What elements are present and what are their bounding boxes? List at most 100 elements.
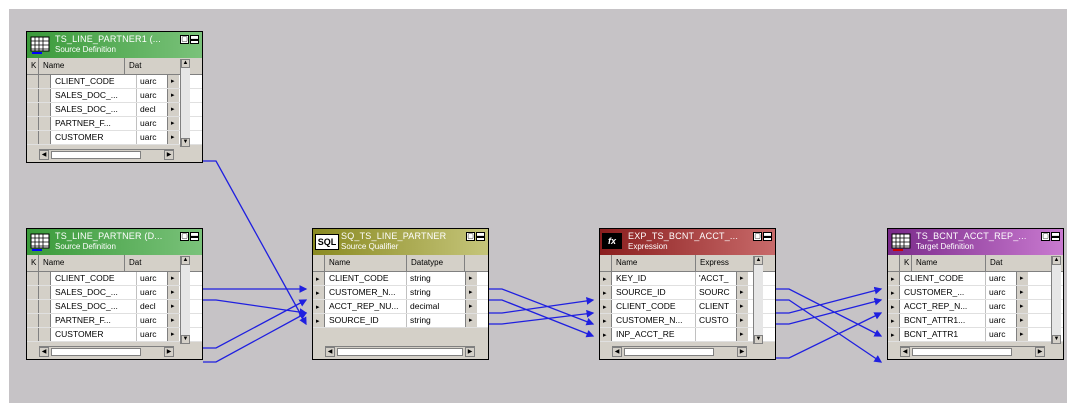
port-out-handle[interactable]: ▸	[167, 103, 179, 116]
port-in-handle[interactable]: ▸	[600, 328, 612, 341]
vertical-scrollbar[interactable]: ▲ ▼	[753, 256, 763, 344]
port-row[interactable]: ▸ CUSTOMER_N... string ▸	[313, 286, 488, 300]
port-row[interactable]: SALES_DOC_... decl ▸	[27, 103, 202, 117]
scroll-right-icon[interactable]: ▶	[164, 347, 174, 357]
scroll-down-icon[interactable]: ▼	[1052, 335, 1061, 344]
scroll-left-icon[interactable]: ◀	[39, 150, 49, 160]
scroll-down-icon[interactable]: ▼	[754, 335, 763, 344]
node-header[interactable]: TS_LINE_PARTNER (D... Source Definition …	[27, 229, 202, 256]
port-out-handle[interactable]: ▸	[736, 272, 748, 285]
port-in-handle[interactable]	[27, 300, 39, 313]
restore-icon[interactable]: ▢	[180, 35, 189, 44]
scroll-thumb[interactable]	[337, 348, 463, 356]
port-in-handle[interactable]: ▸	[600, 272, 612, 285]
port-out-handle[interactable]: ▸	[167, 75, 179, 88]
scroll-up-icon[interactable]: ▲	[181, 59, 190, 68]
scroll-left-icon[interactable]: ◀	[39, 347, 49, 357]
port-row[interactable]: ▸ CLIENT_CODE uarc ▸	[888, 272, 1063, 286]
scroll-down-icon[interactable]: ▼	[181, 138, 190, 147]
port-row[interactable]: PARTNER_F... uarc ▸	[27, 117, 202, 131]
scroll-left-icon[interactable]: ◀	[325, 347, 335, 357]
horizontal-scrollbar[interactable]: ◀ ▶	[39, 346, 174, 357]
minimize-icon[interactable]: ▬	[763, 232, 772, 241]
scroll-left-icon[interactable]: ◀	[900, 347, 910, 357]
port-out-handle[interactable]: ▸	[1016, 286, 1028, 299]
port-out-handle[interactable]: ▸	[167, 286, 179, 299]
vertical-scrollbar[interactable]: ▲ ▼	[1051, 256, 1061, 344]
port-row[interactable]: ▸ CLIENT_CODE string ▸	[313, 272, 488, 286]
minimize-icon[interactable]: ▬	[476, 232, 485, 241]
restore-icon[interactable]: ▢	[180, 232, 189, 241]
port-row[interactable]: CUSTOMER uarc ▸	[27, 131, 202, 145]
port-row[interactable]: ▸ CUSTOMER_N... CUSTO ▸	[600, 314, 775, 328]
minimize-icon[interactable]: ▬	[1051, 232, 1060, 241]
minimize-icon[interactable]: ▬	[190, 35, 199, 44]
port-row[interactable]: CLIENT_CODE uarc ▸	[27, 75, 202, 89]
scroll-left-icon[interactable]: ◀	[612, 347, 622, 357]
port-out-handle[interactable]: ▸	[465, 272, 477, 285]
port-out-handle[interactable]: ▸	[1016, 272, 1028, 285]
port-in-handle[interactable]: ▸	[313, 286, 325, 299]
transformation-expression[interactable]: fx EXP_TS_BCNT_ACCT_... Expression ▢ ▬ Na…	[599, 228, 776, 360]
scroll-thumb[interactable]	[912, 348, 1012, 356]
port-out-handle[interactable]: ▸	[465, 300, 477, 313]
port-in-handle[interactable]	[27, 103, 39, 116]
scroll-thumb[interactable]	[624, 348, 714, 356]
scroll-right-icon[interactable]: ▶	[465, 347, 475, 357]
port-out-handle[interactable]: ▸	[736, 328, 748, 341]
port-row[interactable]: ▸ CLIENT_CODE CLIENT ▸	[600, 300, 775, 314]
port-row[interactable]: SALES_DOC_... decl ▸	[27, 300, 202, 314]
port-row[interactable]: ▸ CUSTOMER_... uarc ▸	[888, 286, 1063, 300]
transformation-source-qualifier[interactable]: SQL SQ_TS_LINE_PARTNER Source Qualifier …	[312, 228, 489, 360]
restore-icon[interactable]: ▢	[466, 232, 475, 241]
port-out-handle[interactable]: ▸	[736, 286, 748, 299]
scroll-right-icon[interactable]: ▶	[164, 150, 174, 160]
port-in-handle[interactable]	[27, 75, 39, 88]
port-out-handle[interactable]: ▸	[465, 314, 477, 327]
horizontal-scrollbar[interactable]: ◀ ▶	[325, 346, 475, 357]
port-row[interactable]: ▸ KEY_ID 'ACCT_ ▸	[600, 272, 775, 286]
scroll-up-icon[interactable]: ▲	[181, 256, 190, 265]
transformation-src-ts-line-partner[interactable]: TS_LINE_PARTNER (D... Source Definition …	[26, 228, 203, 360]
transformation-target-definition[interactable]: TS_BCNT_ACCT_REP_... Target Definition ▢…	[887, 228, 1064, 360]
port-row[interactable]: ▸ SOURCE_ID SOURC ▸	[600, 286, 775, 300]
port-in-handle[interactable]	[27, 89, 39, 102]
port-out-handle[interactable]: ▸	[167, 272, 179, 285]
port-in-handle[interactable]	[27, 117, 39, 130]
port-out-handle[interactable]: ▸	[167, 117, 179, 130]
node-header[interactable]: SQL SQ_TS_LINE_PARTNER Source Qualifier …	[313, 229, 488, 256]
port-out-handle[interactable]: ▸	[167, 131, 179, 144]
node-header[interactable]: TS_BCNT_ACCT_REP_... Target Definition ▢…	[888, 229, 1063, 256]
scroll-right-icon[interactable]: ▶	[1035, 347, 1045, 357]
port-in-handle[interactable]: ▸	[888, 272, 900, 285]
restore-icon[interactable]: ▢	[1041, 232, 1050, 241]
port-in-handle[interactable]	[27, 286, 39, 299]
port-in-handle[interactable]	[27, 272, 39, 285]
horizontal-scrollbar[interactable]: ◀ ▶	[900, 346, 1045, 357]
port-in-handle[interactable]	[27, 328, 39, 341]
port-out-handle[interactable]: ▸	[167, 89, 179, 102]
port-in-handle[interactable]: ▸	[888, 328, 900, 341]
port-row[interactable]: ▸ BCNT_ATTR1... uarc ▸	[888, 314, 1063, 328]
scroll-up-icon[interactable]: ▲	[754, 256, 763, 265]
scroll-thumb[interactable]	[51, 348, 141, 356]
port-row[interactable]: SALES_DOC_... uarc ▸	[27, 286, 202, 300]
minimize-icon[interactable]: ▬	[190, 232, 199, 241]
port-out-handle[interactable]: ▸	[736, 300, 748, 313]
scroll-thumb[interactable]	[51, 151, 141, 159]
port-out-handle[interactable]: ▸	[1016, 328, 1028, 341]
port-in-handle[interactable]: ▸	[888, 314, 900, 327]
vertical-scrollbar[interactable]: ▲ ▼	[180, 256, 190, 344]
port-in-handle[interactable]: ▸	[600, 300, 612, 313]
port-row[interactable]: CLIENT_CODE uarc ▸	[27, 272, 202, 286]
node-header[interactable]: fx EXP_TS_BCNT_ACCT_... Expression ▢ ▬	[600, 229, 775, 256]
port-in-handle[interactable]: ▸	[313, 300, 325, 313]
restore-icon[interactable]: ▢	[753, 232, 762, 241]
port-row[interactable]: ▸ ACCT_REP_N... uarc ▸	[888, 300, 1063, 314]
port-row[interactable]: PARTNER_F... uarc ▸	[27, 314, 202, 328]
scroll-up-icon[interactable]: ▲	[1052, 256, 1061, 265]
port-in-handle[interactable]	[27, 131, 39, 144]
port-in-handle[interactable]: ▸	[600, 314, 612, 327]
port-out-handle[interactable]: ▸	[736, 314, 748, 327]
port-in-handle[interactable]: ▸	[313, 314, 325, 327]
